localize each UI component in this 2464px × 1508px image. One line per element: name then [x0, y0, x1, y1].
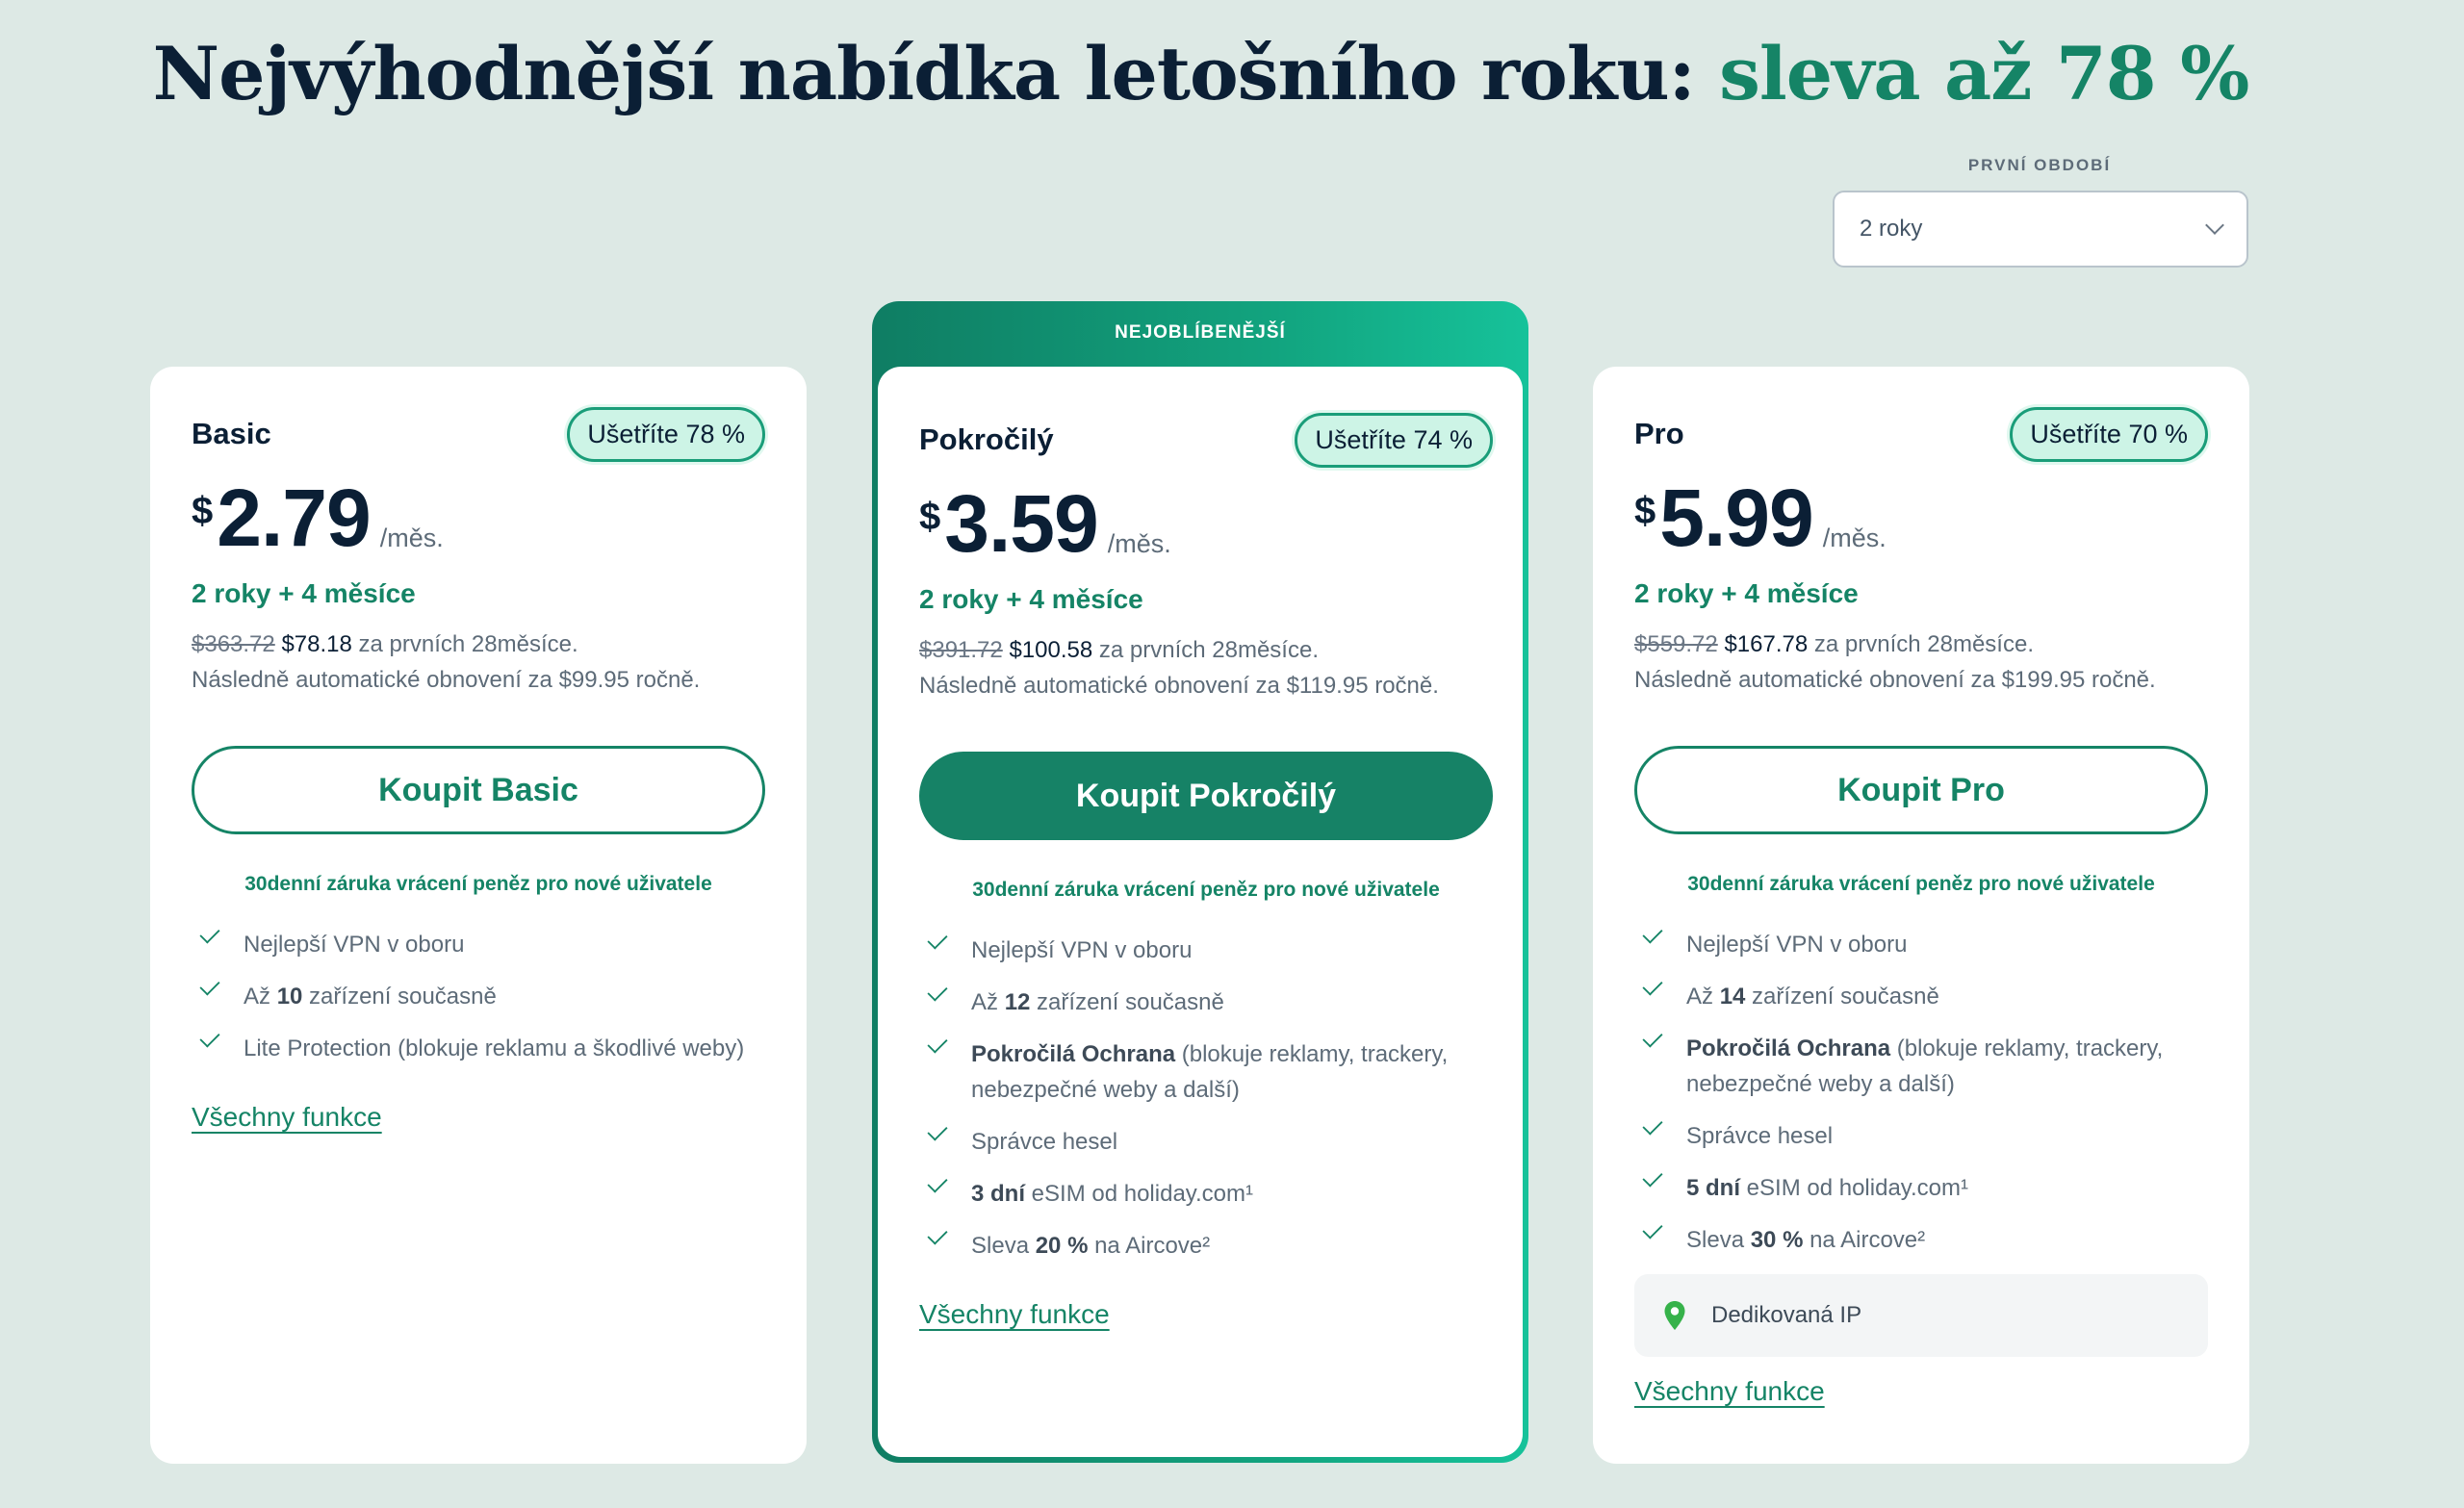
feature-item: Nejlepší VPN v oboru — [192, 923, 765, 962]
all-features-link[interactable]: Všechny funkce — [192, 1102, 382, 1133]
chevron-down-icon — [2205, 216, 2224, 235]
old-price: $363.72 — [192, 631, 275, 657]
price-details: $559.72 $167.78 za prvních 28měsíce. Nás… — [1634, 626, 2208, 698]
buy-pokrocily-button[interactable]: Koupit Pokročilý — [919, 752, 1493, 840]
price-suffix: za prvních 28měsíce. — [1098, 637, 1319, 663]
feature-item: Správce hesel — [1634, 1114, 2208, 1154]
check-icon — [1642, 975, 1663, 996]
check-icon — [199, 923, 220, 944]
price-period: /měs. — [379, 524, 444, 552]
most-popular-banner: NEJOBLÍBENĚJŠÍ — [1115, 322, 1286, 343]
feature-list: Nejlepší VPN v oboru Až 10 zařízení souč… — [192, 923, 765, 1066]
check-icon — [927, 1033, 948, 1054]
price: $ 3.59 /měs. — [919, 480, 1493, 567]
plan-card-pokrocily: Pokročilý Ušetříte 74 % $ 3.59 /měs. 2 r… — [878, 367, 1523, 1457]
price-period: /měs. — [1822, 524, 1886, 552]
feature-item: Lite Protection (blokuje reklamu a škodl… — [192, 1027, 765, 1066]
new-price: $100.58 — [1009, 637, 1093, 663]
buy-basic-button[interactable]: Koupit Basic — [192, 746, 765, 834]
feature-item: 3 dní eSIM od holiday.com¹ — [919, 1172, 1493, 1212]
buy-pro-button[interactable]: Koupit Pro — [1634, 746, 2208, 834]
price-period: /měs. — [1107, 529, 1171, 558]
renewal-note: Následně automatické obnovení za $199.95… — [1634, 667, 2156, 693]
currency: $ — [1634, 490, 1656, 532]
check-icon — [199, 1027, 220, 1048]
page-headline: Nejvýhodnější nabídka letošního roku: sl… — [0, 31, 2401, 116]
new-price: $78.18 — [281, 631, 352, 657]
currency: $ — [919, 496, 941, 538]
feature-item: Pokročilá Ochrana (blokuje reklamy, trac… — [919, 1033, 1493, 1108]
price-amount: 2.79 — [217, 473, 371, 563]
plan-term: 2 roky + 4 měsíce — [919, 584, 1143, 614]
feature-item: Správce hesel — [919, 1120, 1493, 1160]
plan-name: Pro — [1634, 417, 1684, 450]
plan-card-basic: Basic Ušetříte 78 % $ 2.79 /měs. 2 roky … — [150, 367, 807, 1464]
check-icon — [927, 1172, 948, 1193]
all-features-link[interactable]: Všechny funkce — [1634, 1376, 1825, 1407]
price: $ 5.99 /měs. — [1634, 474, 2208, 561]
dedicated-ip-label: Dedikovaná IP — [1711, 1302, 1862, 1328]
feature-list: Nejlepší VPN v oboru Až 14 zařízení souč… — [1634, 923, 2208, 1258]
feature-item: Sleva 30 % na Aircove² — [1634, 1218, 2208, 1258]
price-amount: 5.99 — [1659, 473, 1813, 563]
plan-card-featured-frame: NEJOBLÍBENĚJŠÍ Pokročilý Ušetříte 74 % $… — [872, 301, 1528, 1463]
check-icon — [1642, 1166, 1663, 1188]
all-features-link[interactable]: Všechny funkce — [919, 1299, 1110, 1330]
renewal-note: Následně automatické obnovení za $99.95 … — [192, 667, 701, 693]
location-pin-icon — [1664, 1301, 1685, 1330]
renewal-note: Následně automatické obnovení za $119.95… — [919, 673, 1439, 699]
feature-item: Až 10 zařízení současně — [192, 975, 765, 1014]
price-amount: 3.59 — [944, 478, 1098, 569]
plan-name: Pokročilý — [919, 422, 1054, 456]
headline-accent: sleva až 78 % — [1719, 31, 2249, 116]
feature-item: 5 dní eSIM od holiday.com¹ — [1634, 1166, 2208, 1206]
check-icon — [927, 981, 948, 1002]
check-icon — [927, 1224, 948, 1245]
guarantee-note: 30denní záruka vrácení peněz pro nové už… — [1687, 873, 2155, 895]
period-select-value: 2 roky — [1860, 216, 1923, 242]
guarantee-note: 30denní záruka vrácení peněz pro nové už… — [972, 879, 1440, 901]
check-icon — [927, 929, 948, 950]
plan-card-pro: Pro Ušetříte 70 % $ 5.99 /měs. 2 roky + … — [1593, 367, 2249, 1464]
check-icon — [1642, 1027, 1663, 1048]
dedicated-ip-addon: Dedikovaná IP — [1634, 1274, 2208, 1357]
old-price: $391.72 — [919, 637, 1003, 663]
check-icon — [1642, 1218, 1663, 1240]
feature-item: Až 14 zařízení současně — [1634, 975, 2208, 1014]
headline-main: Nejvýhodnější nabídka letošního roku: — [152, 31, 1720, 116]
price-details: $391.72 $100.58 za prvních 28měsíce. Nás… — [919, 632, 1493, 703]
check-icon — [1642, 923, 1663, 944]
savings-badge: Ušetříte 78 % — [567, 406, 765, 462]
plan-term: 2 roky + 4 měsíce — [192, 578, 416, 608]
price-details: $363.72 $78.18 za prvních 28měsíce. Násl… — [192, 626, 765, 698]
feature-item: Nejlepší VPN v oboru — [1634, 923, 2208, 962]
price-suffix: za prvních 28měsíce. — [358, 631, 578, 657]
savings-badge: Ušetříte 70 % — [2010, 406, 2208, 462]
price: $ 2.79 /měs. — [192, 474, 765, 561]
savings-badge: Ušetříte 74 % — [1295, 412, 1493, 468]
feature-item: Pokročilá Ochrana (blokuje reklamy, trac… — [1634, 1027, 2208, 1102]
check-icon — [1642, 1114, 1663, 1136]
currency: $ — [192, 490, 214, 532]
plan-term: 2 roky + 4 měsíce — [1634, 578, 1859, 608]
feature-list: Nejlepší VPN v oboru Až 12 zařízení souč… — [919, 929, 1493, 1264]
old-price: $559.72 — [1634, 631, 1718, 657]
price-suffix: za prvních 28měsíce. — [1813, 631, 2034, 657]
period-label: PRVNÍ OBDOBÍ — [1967, 156, 2112, 174]
guarantee-note: 30denní záruka vrácení peněz pro nové už… — [244, 873, 712, 895]
check-icon — [927, 1120, 948, 1141]
new-price: $167.78 — [1724, 631, 1809, 657]
period-select[interactable]: 2 roky — [1833, 191, 2248, 268]
check-icon — [199, 975, 220, 996]
feature-item: Až 12 zařízení současně — [919, 981, 1493, 1020]
feature-item: Sleva 20 % na Aircove² — [919, 1224, 1493, 1264]
plan-name: Basic — [192, 417, 271, 450]
feature-item: Nejlepší VPN v oboru — [919, 929, 1493, 968]
